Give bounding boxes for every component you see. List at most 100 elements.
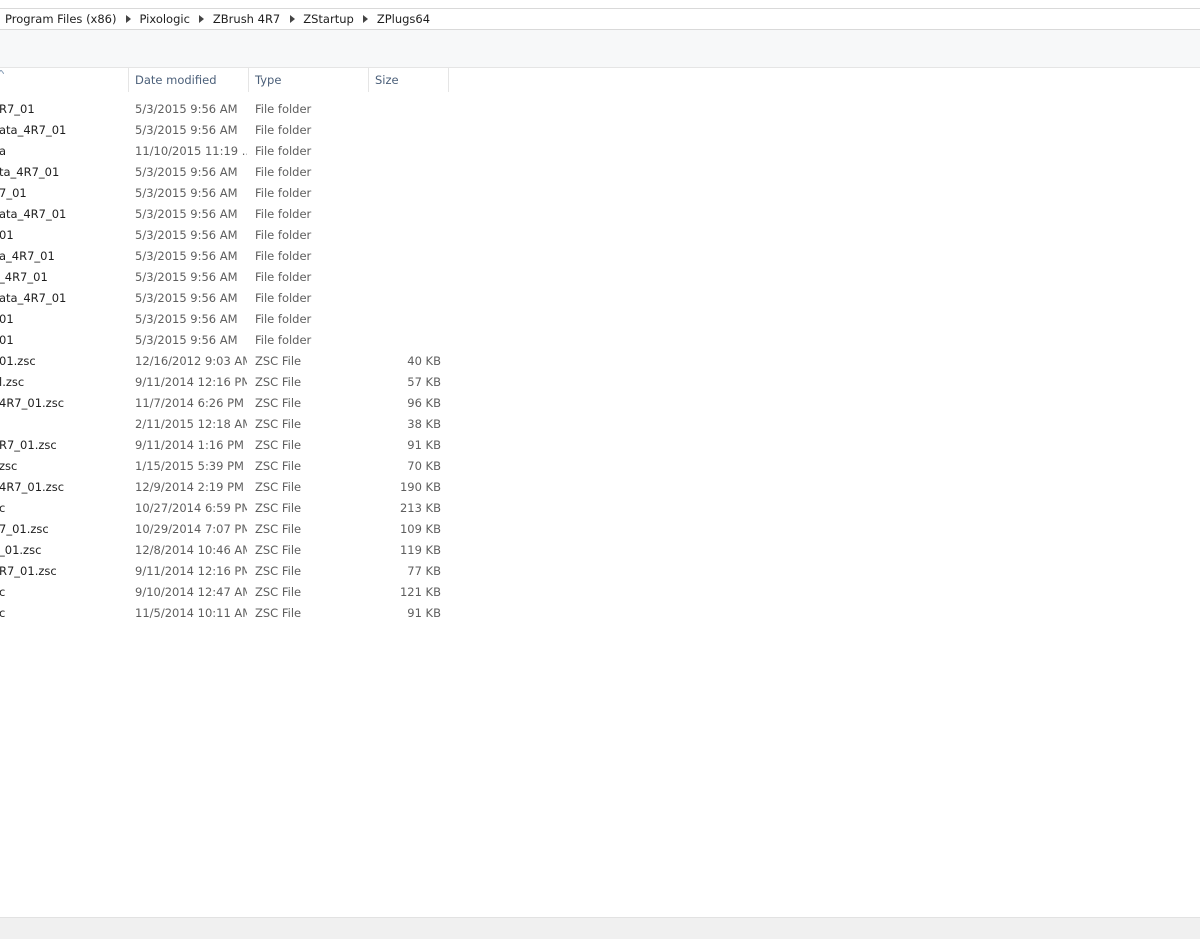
file-date: 11/7/2014 6:26 PM — [135, 396, 244, 410]
file-date: 11/10/2015 11:19 ... — [135, 144, 247, 158]
chevron-right-icon[interactable] — [196, 15, 208, 23]
file-row[interactable]: 2/11/2015 12:18 AM ZSC File 38 KB — [0, 414, 1200, 435]
file-type: ZSC File — [255, 417, 302, 431]
file-name: _01.zsc — [0, 543, 42, 557]
chevron-right-icon[interactable] — [122, 15, 134, 23]
file-type: File folder — [255, 291, 312, 305]
file-name: R7_01.zsc — [0, 438, 57, 452]
status-bar — [0, 917, 1200, 939]
file-name: _4R7_01 — [0, 270, 48, 284]
file-row[interactable]: l.zsc 9/11/2014 12:16 PM ZSC File 57 KB — [0, 372, 1200, 393]
file-date: 1/15/2015 5:39 PM — [135, 459, 244, 473]
file-name: a — [0, 144, 7, 158]
column-header-type[interactable]: Type — [249, 68, 369, 92]
file-size: 38 KB — [407, 417, 441, 431]
file-size: 121 KB — [399, 585, 441, 599]
breadcrumb-pixologic[interactable]: Pixologic — [134, 9, 195, 29]
file-date: 10/27/2014 6:59 PM — [135, 501, 247, 515]
file-size: 91 KB — [407, 606, 441, 620]
file-row[interactable]: ata_4R7_01 5/3/2015 9:56 AM File folder — [0, 288, 1200, 309]
file-date: 12/9/2014 2:19 PM — [135, 480, 244, 494]
file-size — [369, 330, 441, 351]
file-row[interactable]: zsc 1/15/2015 5:39 PM ZSC File 70 KB — [0, 456, 1200, 477]
file-name: c — [0, 585, 6, 599]
file-row[interactable]: R7_01.zsc 9/11/2014 1:16 PM ZSC File 91 KB — [0, 435, 1200, 456]
file-row[interactable]: 01 5/3/2015 9:56 AM File folder — [0, 309, 1200, 330]
breadcrumb-program-files[interactable]: Program Files (x86) — [0, 9, 122, 29]
file-type: ZSC File — [255, 438, 302, 452]
file-row[interactable]: a 11/10/2015 11:19 ... File folder — [0, 141, 1200, 162]
column-header-size[interactable]: Size — [369, 68, 449, 92]
file-name: ata_4R7_01 — [0, 123, 67, 137]
file-size — [369, 141, 441, 162]
breadcrumb-zstartup[interactable]: ZStartup — [298, 9, 360, 29]
file-date: 5/3/2015 9:56 AM — [135, 123, 238, 137]
file-date: 2/11/2015 12:18 AM — [135, 417, 247, 431]
file-row[interactable]: c 10/27/2014 6:59 PM ZSC File 213 KB — [0, 498, 1200, 519]
file-date: 5/3/2015 9:56 AM — [135, 165, 238, 179]
file-size — [369, 288, 441, 309]
file-name: zsc — [0, 459, 18, 473]
file-name: 7_01.zsc — [0, 522, 49, 536]
file-type: File folder — [255, 228, 312, 242]
file-row[interactable]: ata_4R7_01 5/3/2015 9:56 AM File folder — [0, 120, 1200, 141]
file-size: 40 KB — [407, 354, 441, 368]
file-date: 5/3/2015 9:56 AM — [135, 207, 238, 221]
file-row[interactable]: a_4R7_01 5/3/2015 9:56 AM File folder — [0, 246, 1200, 267]
file-size — [369, 267, 441, 288]
file-type: ZSC File — [255, 501, 302, 515]
breadcrumb-zplugs64[interactable]: ZPlugs64 — [372, 9, 436, 29]
file-row[interactable]: 4R7_01.zsc 11/7/2014 6:26 PM ZSC File 96 KB — [0, 393, 1200, 414]
toolbar-area — [0, 30, 1200, 68]
column-header-date[interactable]: Date modified — [129, 68, 249, 92]
chevron-right-icon[interactable] — [286, 15, 298, 23]
file-row[interactable]: 01 5/3/2015 9:56 AM File folder — [0, 225, 1200, 246]
file-row[interactable]: ta_4R7_01 5/3/2015 9:56 AM File folder — [0, 162, 1200, 183]
file-date: 5/3/2015 9:56 AM — [135, 228, 238, 242]
file-type: ZSC File — [255, 564, 302, 578]
file-type: ZSC File — [255, 522, 302, 536]
file-type: File folder — [255, 312, 312, 326]
file-type: ZSC File — [255, 543, 302, 557]
file-name: ata_4R7_01 — [0, 207, 67, 221]
file-row[interactable]: ata_4R7_01 5/3/2015 9:56 AM File folder — [0, 204, 1200, 225]
file-name: ta_4R7_01 — [0, 165, 60, 179]
file-row[interactable]: 01.zsc 12/16/2012 9:03 AM ZSC File 40 KB — [0, 351, 1200, 372]
file-size: 190 KB — [399, 480, 441, 494]
file-type: ZSC File — [255, 354, 302, 368]
file-name: R7_01.zsc — [0, 564, 57, 578]
file-row[interactable]: c 9/10/2014 12:47 AM ZSC File 121 KB — [0, 582, 1200, 603]
file-date: 5/3/2015 9:56 AM — [135, 249, 238, 263]
column-header-name[interactable] — [0, 68, 129, 92]
breadcrumb-zbrush[interactable]: ZBrush 4R7 — [208, 9, 286, 29]
file-list: R7_01 5/3/2015 9:56 AM File folder ata_4R7_… — [0, 99, 1200, 624]
file-row[interactable]: c 11/5/2014 10:11 AM ZSC File 91 KB — [0, 603, 1200, 624]
file-size: 213 KB — [399, 501, 441, 515]
address-bar[interactable]: Program Files (x86) Pixologic ZBrush 4R7… — [0, 9, 1200, 30]
file-type: ZSC File — [255, 606, 302, 620]
file-date: 10/29/2014 7:07 PM — [135, 522, 247, 536]
file-name: 01 — [0, 333, 14, 347]
file-row[interactable]: 7_01 5/3/2015 9:56 AM File folder — [0, 183, 1200, 204]
file-date: 5/3/2015 9:56 AM — [135, 333, 238, 347]
file-size: 119 KB — [399, 543, 441, 557]
file-row[interactable]: 7_01.zsc 10/29/2014 7:07 PM ZSC File 109 KB — [0, 519, 1200, 540]
file-type: ZSC File — [255, 375, 302, 389]
chevron-right-icon[interactable] — [360, 15, 372, 23]
file-name: 4R7_01.zsc — [0, 480, 65, 494]
file-row[interactable]: _01.zsc 12/8/2014 10:46 AM ZSC File 119 KB — [0, 540, 1200, 561]
file-name — [0, 414, 127, 435]
file-date: 11/5/2014 10:11 AM — [135, 606, 247, 620]
file-type: File folder — [255, 207, 312, 221]
file-type: File folder — [255, 165, 312, 179]
file-row[interactable]: R7_01.zsc 9/11/2014 12:16 PM ZSC File 77 KB — [0, 561, 1200, 582]
file-row[interactable]: R7_01 5/3/2015 9:56 AM File folder — [0, 99, 1200, 120]
file-date: 12/16/2012 9:03 AM — [135, 354, 247, 368]
file-name: 01 — [0, 228, 14, 242]
file-row[interactable]: 4R7_01.zsc 12/9/2014 2:19 PM ZSC File 190 K… — [0, 477, 1200, 498]
file-row[interactable]: _4R7_01 5/3/2015 9:56 AM File folder — [0, 267, 1200, 288]
file-type: ZSC File — [255, 585, 302, 599]
file-row[interactable]: 01 5/3/2015 9:56 AM File folder — [0, 330, 1200, 351]
file-type: File folder — [255, 102, 312, 116]
file-date: 9/11/2014 12:16 PM — [135, 375, 247, 389]
